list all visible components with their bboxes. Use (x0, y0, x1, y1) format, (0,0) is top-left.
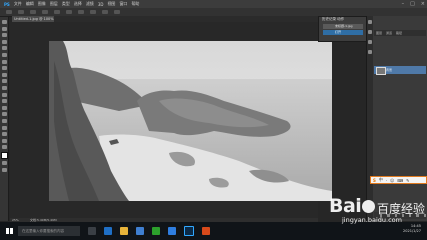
menu-item[interactable]: 图像 (38, 1, 46, 7)
app-icon[interactable] (152, 227, 160, 235)
tool-preset-button[interactable] (6, 10, 12, 14)
store-icon[interactable] (136, 227, 144, 235)
pen-tool-icon[interactable] (1, 112, 7, 117)
option-button[interactable] (66, 10, 72, 14)
path-select-tool-icon[interactable] (1, 125, 7, 130)
brush-panel-icon[interactable] (368, 40, 372, 44)
quick-select-tool-icon[interactable] (1, 39, 7, 44)
windows-taskbar: 在这里输入你要搜索的内容 (0, 222, 427, 240)
move-tool-icon[interactable] (1, 20, 7, 24)
history-snapshot-label: 未标题-1.jpg (335, 24, 353, 28)
clock-date: 2021/1/27 (403, 229, 421, 233)
paw-icon (362, 200, 376, 213)
menu-bar: PS 文件 编辑 图像 图层 类型 选择 滤镜 3D 视图 窗口 帮助 (0, 0, 427, 8)
type-tool-icon[interactable] (1, 118, 7, 123)
option-button[interactable] (54, 10, 60, 14)
blur-tool-icon[interactable] (1, 99, 7, 104)
menu-item[interactable]: 窗口 (119, 1, 127, 7)
screen-mode-icon[interactable] (1, 168, 7, 173)
history-brush-tool-icon[interactable] (1, 79, 7, 84)
layer-name: 背景 (386, 68, 393, 72)
history-step-open[interactable] (323, 30, 363, 35)
close-button[interactable]: × (421, 1, 425, 7)
menu-item[interactable]: 图层 (50, 1, 58, 7)
properties-panel-icon[interactable] (368, 30, 372, 34)
taskbar-search-input[interactable]: 在这里输入你要搜索的内容 (18, 226, 80, 236)
option-button[interactable] (18, 10, 24, 14)
menu-item[interactable]: 帮助 (131, 1, 139, 7)
menu-item[interactable]: 选择 (74, 1, 82, 7)
crop-tool-icon[interactable] (1, 46, 7, 51)
maximize-button[interactable]: □ (410, 1, 415, 7)
gradient-tool-icon[interactable] (1, 92, 7, 97)
menu-item[interactable]: 类型 (62, 1, 70, 7)
dodge-tool-icon[interactable] (1, 105, 7, 110)
tools-panel (0, 17, 9, 221)
eyedropper-tool-icon[interactable] (1, 52, 7, 57)
menu-item[interactable]: 3D (98, 2, 104, 7)
hand-tool-icon[interactable] (1, 138, 7, 143)
edge-icon[interactable] (104, 227, 112, 235)
app-icon[interactable] (168, 227, 176, 235)
option-button[interactable] (42, 10, 48, 14)
eraser-tool-icon[interactable] (1, 85, 7, 90)
skin-icon[interactable]: ✎ (406, 178, 409, 183)
minimize-button[interactable]: – (402, 1, 405, 7)
history-panel-title[interactable]: 历史记录 动作 (322, 17, 344, 22)
healing-brush-tool-icon[interactable] (1, 59, 7, 64)
document-image[interactable] (49, 41, 332, 201)
ime-mode[interactable]: 中 (379, 177, 383, 183)
quick-mask-icon[interactable] (1, 161, 7, 166)
brush-tool-icon[interactable] (1, 66, 7, 71)
tab-channels[interactable]: 通道 (386, 31, 392, 35)
foreground-color-swatch[interactable] (0, 151, 8, 159)
shape-tool-icon[interactable] (1, 132, 7, 137)
baidu-watermark-logo: Bai (329, 195, 376, 217)
tab-paths[interactable]: 路径 (396, 31, 402, 35)
layers-panel (373, 16, 427, 221)
sogou-icon[interactable]: S (373, 178, 376, 183)
ime-toolbar: S 中 · ☺ ⌨ ✎ (370, 176, 427, 184)
windows-start-icon[interactable] (6, 228, 13, 234)
option-button[interactable] (114, 10, 120, 14)
app-logo[interactable]: PS (4, 2, 10, 7)
punctuation-icon[interactable]: · (386, 178, 387, 183)
baidu-watermark-url: jingyan.baidu.com (342, 216, 402, 224)
app-icon[interactable] (202, 227, 210, 235)
lasso-tool-icon[interactable] (1, 33, 7, 38)
emoji-icon[interactable]: ☺ (390, 178, 394, 183)
layer-thumbnail (376, 67, 386, 75)
menu-item[interactable]: 编辑 (26, 1, 34, 7)
task-view-icon[interactable] (88, 227, 96, 235)
menu-item[interactable]: 滤镜 (86, 1, 94, 7)
menu-item[interactable]: 文件 (14, 1, 22, 7)
layers-panel-tabs: 图层 通道 路径 (374, 30, 426, 36)
tab-layers[interactable]: 图层 (376, 31, 382, 35)
window-controls: – □ × (402, 0, 425, 8)
zoom-tool-icon[interactable] (1, 145, 7, 150)
marquee-tool-icon[interactable] (1, 26, 7, 31)
system-clock[interactable]: 14:45 2021/1/27 (403, 224, 421, 234)
baidu-watermark-cn: 百度经验 (377, 202, 426, 216)
file-explorer-icon[interactable] (120, 227, 128, 235)
option-button[interactable] (90, 10, 96, 14)
option-button[interactable] (78, 10, 84, 14)
history-step-label: 打开 (335, 30, 342, 34)
photoshop-icon[interactable] (184, 226, 194, 236)
history-panel-icon[interactable] (368, 20, 372, 24)
option-button[interactable] (102, 10, 108, 14)
menu-item[interactable]: 视图 (107, 1, 115, 7)
option-button[interactable] (30, 10, 36, 14)
panel-dock-icons (368, 20, 372, 54)
keyboard-icon[interactable]: ⌨ (397, 178, 403, 183)
clone-stamp-tool-icon[interactable] (1, 72, 7, 77)
character-panel-icon[interactable] (368, 50, 372, 54)
